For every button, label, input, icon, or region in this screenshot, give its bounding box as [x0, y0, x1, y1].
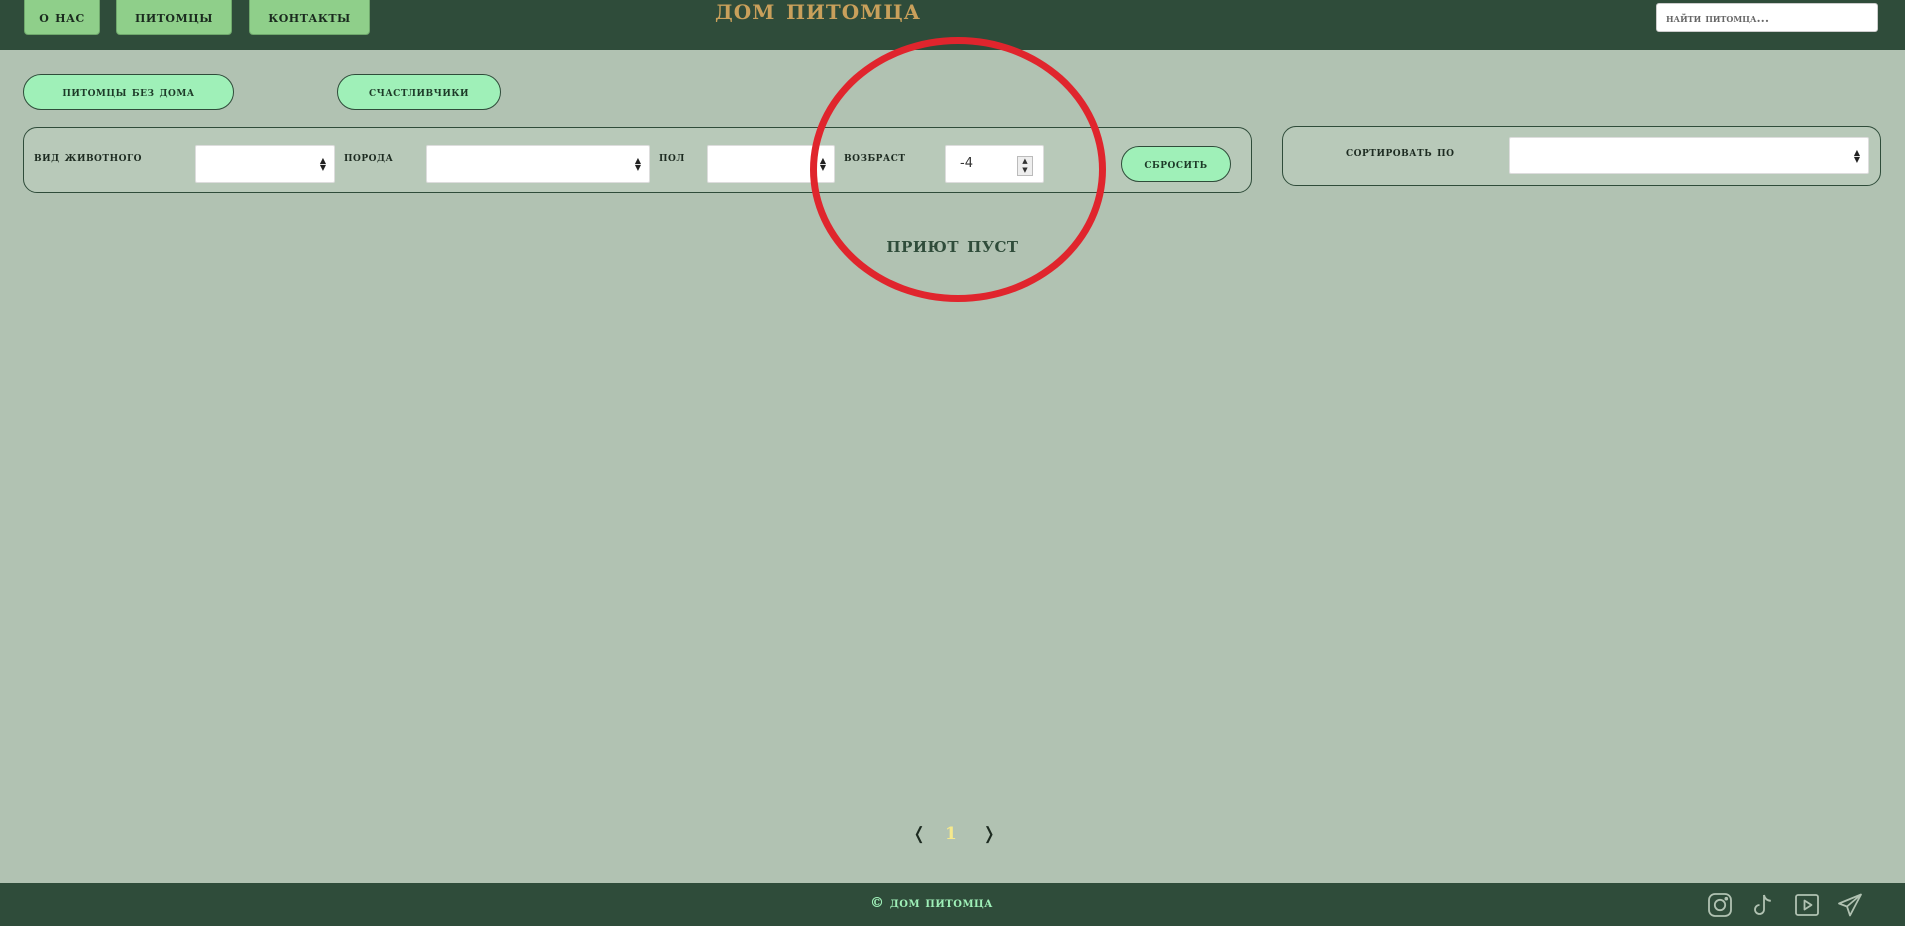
- nav-contacts-button[interactable]: контакты: [249, 0, 370, 35]
- search-input[interactable]: [1656, 3, 1878, 32]
- select-arrows-icon: ▲ ▼: [819, 156, 826, 172]
- spin-down-icon[interactable]: ▼: [1018, 166, 1032, 175]
- nav-pets-button[interactable]: питомцы: [116, 0, 232, 35]
- species-label: вид животного: [34, 150, 142, 165]
- age-spinner[interactable]: ▲ ▼: [1017, 156, 1033, 176]
- nav-about-button[interactable]: о нас: [24, 0, 100, 35]
- species-select[interactable]: ▲ ▼: [195, 145, 335, 183]
- sex-label: пол: [659, 150, 685, 165]
- top-header: о нас питомцы контакты дом питомца: [0, 0, 1905, 50]
- sort-label: сортировать по: [1346, 145, 1455, 160]
- tab-homeless-pets[interactable]: питомцы без дома: [23, 74, 234, 110]
- site-brand[interactable]: дом питомца: [715, 0, 921, 33]
- age-value: -4: [960, 156, 973, 171]
- breed-label: порода: [344, 150, 394, 165]
- select-arrows-icon: ▲ ▼: [1853, 147, 1860, 164]
- sort-select[interactable]: ▲ ▼: [1509, 137, 1869, 174]
- tab-lucky-ones[interactable]: счастливчики: [337, 74, 501, 110]
- sex-select[interactable]: ▲ ▼: [707, 145, 835, 183]
- empty-shelter-message: приют пуст: [886, 232, 1019, 258]
- telegram-icon[interactable]: [1836, 891, 1864, 919]
- instagram-icon[interactable]: [1706, 891, 1734, 919]
- spin-up-icon[interactable]: ▲: [1018, 157, 1032, 166]
- breed-select[interactable]: ▲ ▼: [426, 145, 650, 183]
- select-arrows-icon: ▲ ▼: [319, 156, 326, 172]
- footer: © дом питомца: [0, 883, 1905, 926]
- prev-page-button[interactable]: ❬: [912, 824, 926, 844]
- tiktok-icon[interactable]: [1749, 891, 1777, 919]
- reset-filters-button[interactable]: сбросить: [1121, 146, 1231, 182]
- next-page-button[interactable]: ❭: [982, 824, 996, 844]
- age-label: возбраст: [844, 150, 906, 165]
- current-page[interactable]: 1: [945, 824, 957, 844]
- youtube-icon[interactable]: [1793, 891, 1821, 919]
- copyright-text: © дом питомца: [870, 895, 993, 911]
- age-input[interactable]: -4 ▲ ▼: [945, 145, 1044, 183]
- select-arrows-icon: ▲ ▼: [634, 156, 641, 172]
